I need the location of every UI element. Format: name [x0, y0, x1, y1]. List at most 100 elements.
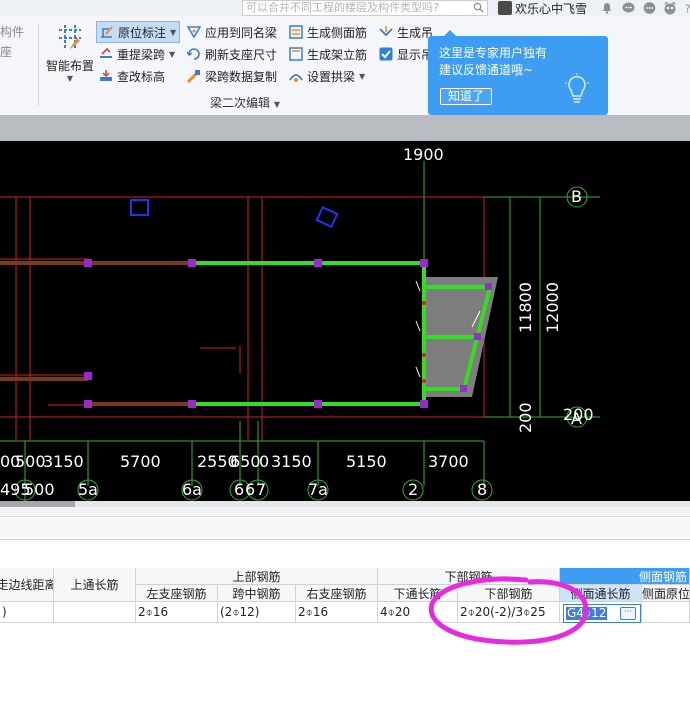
generate-side-bar-icon — [289, 25, 303, 39]
search-input[interactable]: 可以合并不同工程的楼层及构件类型吗? — [242, 0, 488, 16]
dim-vertical-12000: 12000 — [543, 282, 562, 333]
axis-label-6b: 6 — [245, 480, 256, 499]
chevron-down-icon: ▼ — [66, 74, 74, 83]
chevron-down-icon: ▼ — [170, 27, 177, 37]
refresh-support-size-label: 刷新支座尺寸 — [205, 47, 278, 62]
col-header-left-support: 左支座钢筋 — [136, 585, 218, 602]
smart-layout-button[interactable]: 智能布置 ▼ — [44, 22, 96, 83]
smart-layout-label: 智能布置 — [45, 59, 94, 73]
col-header-edge-distance: 走边线距离 — [0, 568, 54, 602]
top-icons: ? — [600, 1, 690, 15]
dim-row1: 3150 — [43, 452, 84, 471]
chevron-down-icon: ▼ — [359, 71, 366, 81]
table-cell-mid-span[interactable]: (2⌽12) — [218, 602, 296, 623]
chevron-down-icon: ▼ — [169, 49, 176, 59]
axis-label-7: 7 — [256, 480, 267, 499]
set-arch-beam-button[interactable]: 设置拱梁 ▼ — [286, 65, 370, 87]
repick-span-icon — [100, 47, 112, 58]
dim-row1: 5150 — [346, 452, 387, 471]
edit-elevation-label: 查改标高 — [117, 69, 166, 84]
checkbox-checked-icon — [379, 47, 393, 61]
beam-secondary-edit-label: 梁二次编辑 — [210, 96, 271, 110]
more-icon[interactable] — [642, 1, 656, 15]
generate-erection-bar-button[interactable]: 生成架立筋 — [286, 43, 370, 65]
ribbon-divider — [38, 24, 39, 106]
apply-same-name-icon — [187, 26, 201, 39]
bell-icon[interactable] — [600, 1, 614, 15]
dim-200-right: 200 — [563, 405, 594, 424]
dim-vertical-200: 200 — [516, 402, 535, 433]
dim-row1: 0 — [259, 452, 270, 471]
generate-erection-bar-label: 生成架立筋 — [307, 47, 368, 62]
table-cell-top-through[interactable] — [54, 602, 136, 623]
blue-marker-square — [130, 199, 149, 216]
generate-side-bar-label: 生成侧面筋 — [307, 25, 368, 40]
set-arch-beam-icon — [289, 74, 303, 82]
panel-splitter[interactable] — [0, 507, 690, 517]
got-it-button[interactable]: 知道了 — [440, 88, 492, 105]
message-icon[interactable] — [621, 1, 635, 15]
span-data-copy-label: 梁跨数据复制 — [205, 69, 278, 84]
ribbon-left-label-2: 座 — [0, 45, 13, 59]
axis-label-6: 6 — [234, 480, 245, 499]
axis-label-5a: 5a — [78, 480, 98, 499]
table-cell-edge-distance[interactable]: ) — [0, 602, 54, 623]
inplace-annotation-icon — [101, 26, 113, 38]
apply-same-name-beam-label: 应用到同名梁 — [205, 25, 278, 40]
ellipsis-button[interactable]: ··· — [620, 607, 636, 620]
ribbon-col-1: 原位标注 ▼ 重提梁跨 ▼ 查改标高 — [96, 21, 181, 87]
beams-brown — [0, 261, 192, 406]
col-group-top-bar: 上部钢筋 — [136, 568, 378, 585]
cad-canvas[interactable]: 1900 B A 200 11800 12000 200 00 500 3150… — [0, 141, 690, 501]
smart-layout-icon — [59, 25, 81, 50]
view-toolbar-band — [0, 115, 690, 141]
col-header-top-through-bar: 上通长筋 — [54, 568, 136, 602]
edit-elevation-button[interactable]: 查改标高 — [96, 65, 180, 87]
axis-label-8: 8 — [477, 480, 488, 499]
tooltip-line-1: 这里是专家用户独有 — [439, 46, 548, 60]
generate-hanger-button[interactable]: 生成吊 — [376, 21, 436, 43]
refresh-support-icon — [187, 48, 200, 60]
ribbon-col-3: 生成侧面筋 生成架立筋 设置拱梁 ▼ — [286, 21, 370, 87]
ribbon-col-4: 生成吊 显示吊 — [376, 21, 436, 65]
table-cell-right-support[interactable]: 2⌽16 — [296, 602, 378, 623]
top-bar: 可以合并不同工程的楼层及构件类型吗? 欢乐心中飞雪 ? — [0, 0, 690, 16]
annotation-ellipse — [428, 576, 589, 645]
repick-span-button[interactable]: 重提梁跨 ▼ — [96, 43, 180, 65]
col-header-right-support: 右支座钢筋 — [296, 585, 378, 602]
dim-vertical-11800: 11800 — [516, 282, 535, 333]
ribbon: 构件 座 智能布置 ▼ 原位标注 ▼ 重提梁跨 ▼ 查改标高 应用到同名梁 刷新… — [0, 16, 690, 115]
expert-feedback-tooltip: 这里是专家用户独有 建议反馈通道哦~ 知道了 — [428, 30, 608, 115]
span-data-copy-button[interactable]: 梁跨数据复制 — [184, 65, 280, 87]
show-hanger-checkbox[interactable]: 显示吊 — [376, 43, 436, 65]
help-icon[interactable]: ? — [684, 1, 690, 15]
ribbon-left-group: 构件 座 — [0, 22, 34, 62]
col-header-side-inplace: 侧面原位 — [642, 585, 690, 602]
cad-drawing — [0, 161, 600, 501]
lightbulb-icon — [565, 73, 589, 103]
generate-side-bar-button[interactable]: 生成侧面筋 — [286, 21, 370, 43]
axis-label-6a: 6a — [182, 480, 202, 499]
table-cell-side-inplace[interactable] — [642, 602, 690, 623]
table-cell-left-support[interactable]: 2⌽16 — [136, 602, 218, 623]
generate-erection-bar-icon — [289, 47, 303, 61]
dim-row2: 500 — [24, 480, 55, 499]
span-copy-icon — [187, 70, 200, 83]
refresh-support-size-button[interactable]: 刷新支座尺寸 — [184, 43, 280, 65]
edit-elevation-icon — [100, 70, 112, 81]
avatar — [498, 1, 512, 15]
inplace-annotation-label: 原位标注 — [118, 25, 167, 40]
inplace-annotation-button[interactable]: 原位标注 ▼ — [96, 21, 181, 43]
apply-same-name-beam-button[interactable]: 应用到同名梁 — [184, 21, 280, 43]
tooltip-text: 这里是专家用户独有 建议反馈通道哦~ — [439, 45, 547, 79]
dim-row1: 5700 — [120, 452, 161, 471]
col-header-mid-span: 跨中钢筋 — [218, 585, 296, 602]
mascot-icon[interactable] — [663, 1, 677, 15]
blue-marker-rotated — [315, 205, 339, 229]
ribbon-group-label[interactable]: 梁二次编辑 ▼ — [210, 94, 280, 111]
ribbon-col-2: 应用到同名梁 刷新支座尺寸 梁跨数据复制 — [184, 21, 280, 87]
dim-row1: 650 — [230, 452, 261, 471]
user-menu[interactable]: 欢乐心中飞雪 — [498, 0, 587, 16]
search-icon[interactable] — [473, 2, 484, 13]
tooltip-line-2: 建议反馈通道哦~ — [439, 63, 534, 77]
